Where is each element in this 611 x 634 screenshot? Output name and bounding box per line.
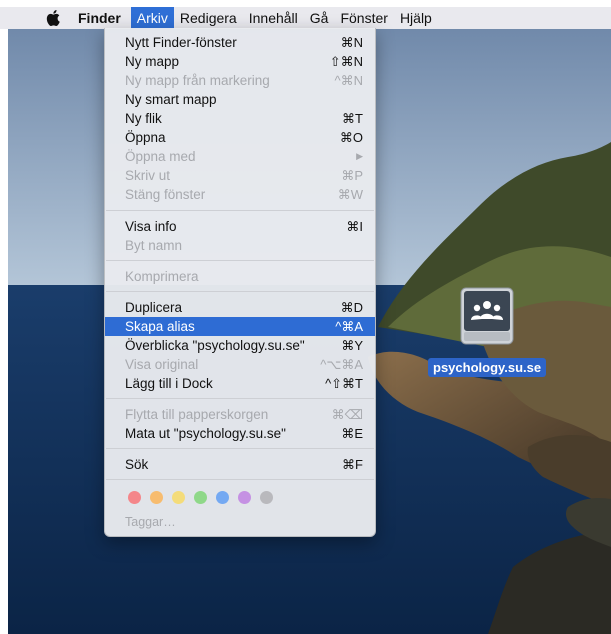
menu-item-new-tab[interactable]: Ny flik ⌘T [105,109,375,128]
network-drive-icon[interactable] [458,286,516,348]
menu-separator [106,260,374,261]
menu-item-shortcut: ⌘Y [341,338,363,353]
menubar-finder[interactable]: Finder [72,7,127,29]
tag-colors [128,491,273,504]
menu-item-add-to-dock[interactable]: Lägg till i Dock ^⇧⌘T [105,374,375,393]
menu-item-show-original: Visa original ^⌥⌘A [105,355,375,374]
menubar-hjalp[interactable]: Hjälp [394,7,438,29]
menu-separator [106,479,374,480]
menu-item-label: Visa original [125,357,199,372]
menu-item-new-smart-folder[interactable]: Ny smart mapp [105,90,375,109]
menu-item-shortcut: ^⇧⌘T [325,376,363,391]
menu-item-duplicate[interactable]: Duplicera ⌘D [105,298,375,317]
menu-item-label: Öppna med [125,149,196,164]
menu-item-rename: Byt namn [105,236,375,255]
arkiv-menu: Nytt Finder-fönster ⌘N Ny mapp ⇧⌘N Ny ma… [104,28,376,537]
menu-item-label: Överblicka "psychology.su.se" [125,338,305,353]
menubar-ga[interactable]: Gå [304,7,335,29]
menu-item-label: Flytta till papperskorgen [125,407,269,422]
tag-orange[interactable] [150,491,163,504]
menu-item-shortcut: ⌘W [337,187,363,202]
menu-item-shortcut: ⌘O [339,130,363,145]
menu-item-label: Sök [125,457,149,472]
menubar-redigera[interactable]: Redigera [174,7,243,29]
tag-red[interactable] [128,491,141,504]
menubar-arkiv[interactable]: Arkiv [130,7,174,29]
menu-item-label: Mata ut "psychology.su.se" [125,426,286,441]
menu-item-label: Nytt Finder-fönster [125,35,237,50]
menu-item-get-info[interactable]: Visa info ⌘I [105,217,375,236]
menu-item-quick-look[interactable]: Överblicka "psychology.su.se" ⌘Y [105,336,375,355]
menu-item-open-with: Öppna med ▶ [105,147,375,166]
menu-item-shortcut: ⌘⌫ [331,407,363,422]
menu-item-label: Skapa alias [125,319,195,334]
menu-item-make-alias[interactable]: Skapa alias ^⌘A [105,317,375,336]
tag-purple[interactable] [238,491,251,504]
menu-item-label: Duplicera [125,300,183,315]
menu-item-new-folder-from-selection: Ny mapp från markering ^⌘N [105,71,375,90]
menu-separator [106,398,374,399]
menu-item-close-window: Stäng fönster ⌘W [105,185,375,204]
menu-bar: Finder Arkiv Redigera Innehåll Gå Fönste… [0,7,611,29]
menu-item-eject[interactable]: Mata ut "psychology.su.se" ⌘E [105,424,375,443]
menu-item-label: Komprimera [125,269,199,284]
menu-item-new-folder[interactable]: Ny mapp ⇧⌘N [105,52,375,71]
menu-item-shortcut: ^⌘N [334,73,364,88]
menu-item-shortcut: ⌘E [341,426,363,441]
menu-item-shortcut: ⌘D [340,300,363,315]
menu-item-shortcut: ^⌘A [335,319,363,334]
menu-item-shortcut: ⌘N [340,35,363,50]
network-drive-label[interactable]: psychology.su.se [428,358,547,377]
tag-yellow[interactable] [172,491,185,504]
menu-item-label: Lägg till i Dock [125,376,213,391]
menu-separator [106,448,374,449]
submenu-arrow-icon: ▶ [356,151,363,161]
menu-item-new-finder-window[interactable]: Nytt Finder-fönster ⌘N [105,33,375,52]
menu-item-label: Ny mapp från markering [125,73,270,88]
menu-item-open[interactable]: Öppna ⌘O [105,128,375,147]
menu-item-label: Ny flik [125,111,162,126]
menubar-innehall[interactable]: Innehåll [243,7,304,29]
menu-item-shortcut: ⌘T [342,111,363,126]
menu-item-shortcut: ^⌥⌘A [320,357,363,372]
menu-item-print: Skriv ut ⌘P [105,166,375,185]
menu-item-label: Skriv ut [125,168,171,183]
menu-item-find[interactable]: Sök ⌘F [105,455,375,474]
tag-gray[interactable] [260,491,273,504]
menu-item-label: Ny smart mapp [125,92,217,107]
menu-item-shortcut: ⌘I [346,219,363,234]
menu-item-shortcut: ⌘F [342,457,363,472]
apple-logo-icon[interactable] [46,10,60,26]
menu-item-label: Visa info [125,219,177,234]
menu-item-label: Öppna [125,130,166,145]
menu-item-label: Ny mapp [125,54,180,69]
tag-green[interactable] [194,491,207,504]
menu-item-shortcut: ⌘P [341,168,363,183]
menu-item-move-to-trash: Flytta till papperskorgen ⌘⌫ [105,405,375,424]
menu-separator [106,291,374,292]
menubar-fonster[interactable]: Fönster [334,7,393,29]
menu-item-label: Stäng fönster [125,187,206,202]
tags-menu-item[interactable]: Taggar… [125,515,176,529]
menu-item-label: Byt namn [125,238,183,253]
menu-separator [106,210,374,211]
tag-blue[interactable] [216,491,229,504]
menu-item-shortcut: ⇧⌘N [329,54,363,69]
menu-item-compress: Komprimera [105,267,375,286]
